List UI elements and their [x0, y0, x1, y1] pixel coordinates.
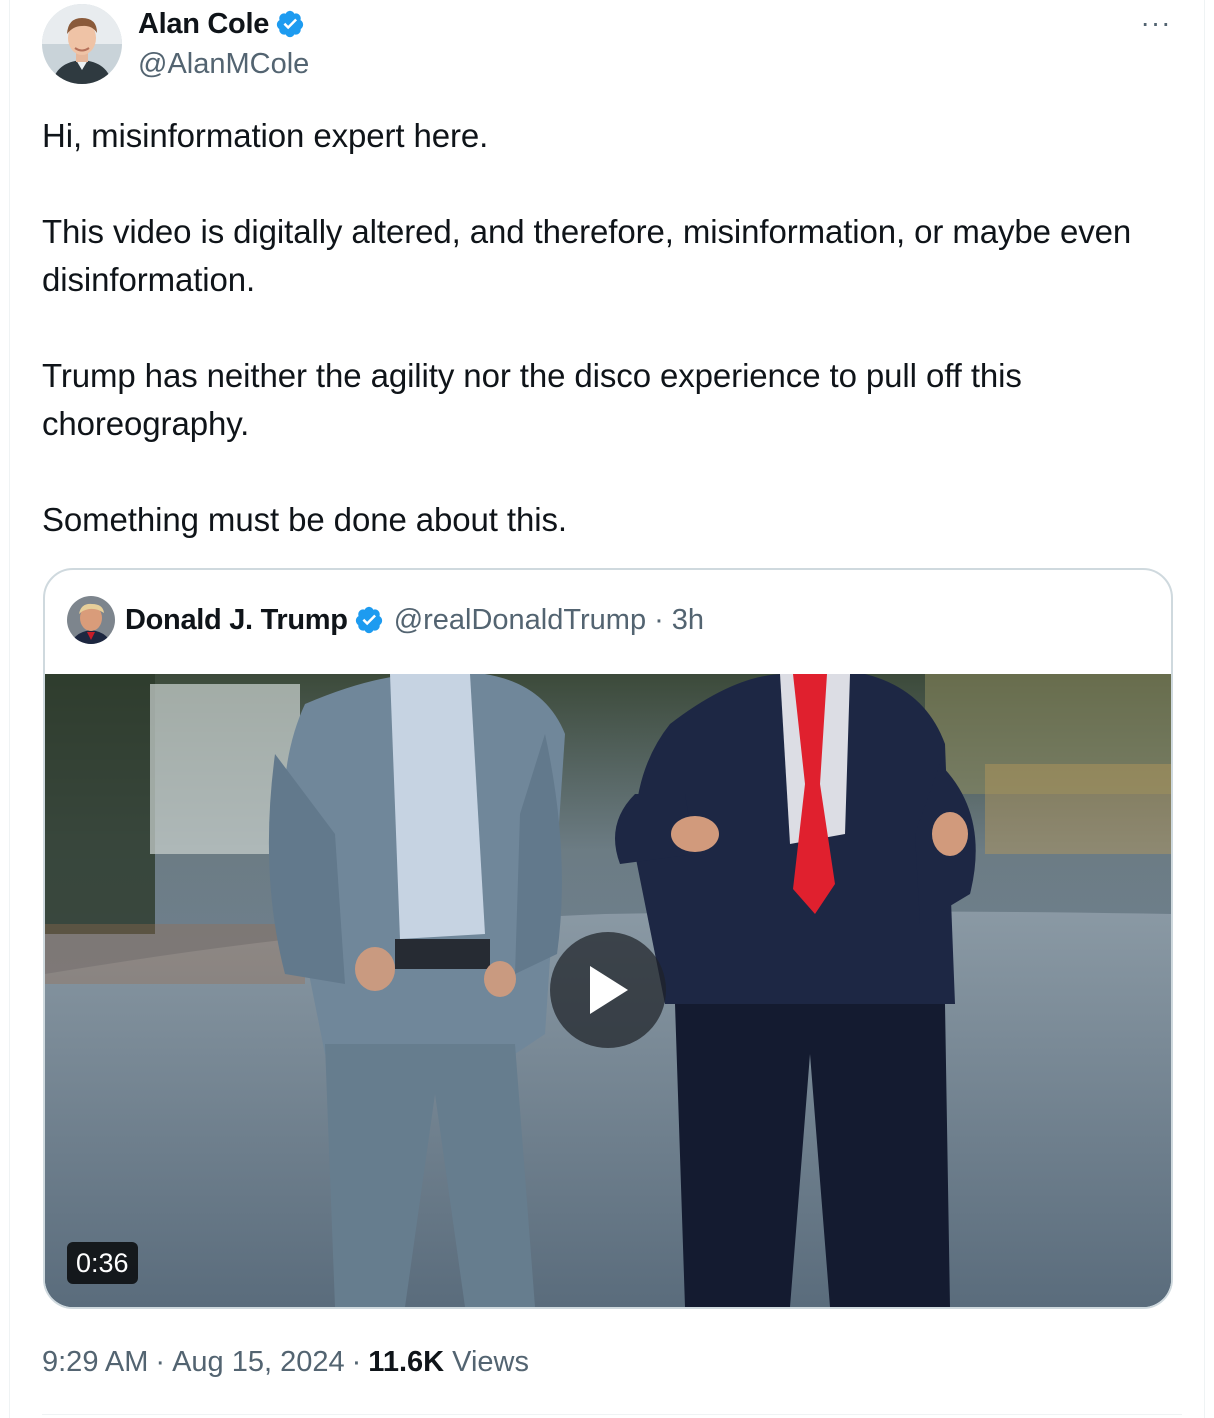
quoted-author-avatar[interactable]	[67, 596, 115, 644]
tweet-text: Hi, misinformation expert here. This vid…	[42, 112, 1182, 544]
play-icon	[590, 966, 628, 1014]
tweet-paragraph: Trump has neither the agility nor the di…	[42, 357, 1022, 442]
divider	[42, 1414, 1182, 1415]
views-count[interactable]: 11.6K	[368, 1346, 444, 1378]
separator-dot: ·	[155, 1346, 166, 1378]
author-name-text: Alan Cole	[138, 8, 270, 40]
video-player[interactable]: 0:36	[45, 674, 1171, 1307]
play-button[interactable]	[550, 932, 666, 1048]
quoted-author-name[interactable]: Donald J. Trump	[125, 604, 348, 637]
verified-badge-icon	[276, 10, 304, 38]
tweet-paragraph: Hi, misinformation expert here.	[42, 117, 489, 154]
verified-badge-icon	[355, 606, 382, 634]
more-horizontal-icon: ···	[1140, 7, 1172, 38]
video-duration-badge: 0:36	[67, 1242, 138, 1284]
quoted-author-avatar-image	[67, 596, 115, 644]
views-label: Views	[452, 1346, 529, 1378]
author-name[interactable]: Alan Cole	[138, 6, 305, 42]
author-avatar[interactable]	[42, 4, 122, 84]
tweet-paragraph: Something must be done about this.	[42, 501, 567, 538]
tweet-date[interactable]: Aug 15, 2024	[172, 1346, 345, 1378]
tweet-time[interactable]: 9:29 AM	[42, 1346, 148, 1378]
quoted-author-handle[interactable]: @realDonaldTrump	[394, 604, 646, 637]
more-options-button[interactable]: ···	[1136, 7, 1176, 38]
quoted-tweet-header: Donald J. Trump @realDonaldTrump · 3h	[67, 592, 704, 648]
tweet-paragraph: This video is digitally altered, and the…	[42, 213, 1132, 298]
author-avatar-image	[42, 4, 122, 84]
separator-dot: ·	[654, 603, 664, 636]
author-handle[interactable]: @AlanMCole	[138, 46, 309, 82]
tweet-metadata: 9:29 AM · Aug 15, 2024 · 11.6K Views	[42, 1340, 529, 1384]
quoted-tweet-time[interactable]: 3h	[672, 604, 704, 637]
separator-dot: ·	[351, 1346, 362, 1378]
quoted-tweet-card[interactable]: Donald J. Trump @realDonaldTrump · 3h 0:…	[43, 568, 1173, 1309]
